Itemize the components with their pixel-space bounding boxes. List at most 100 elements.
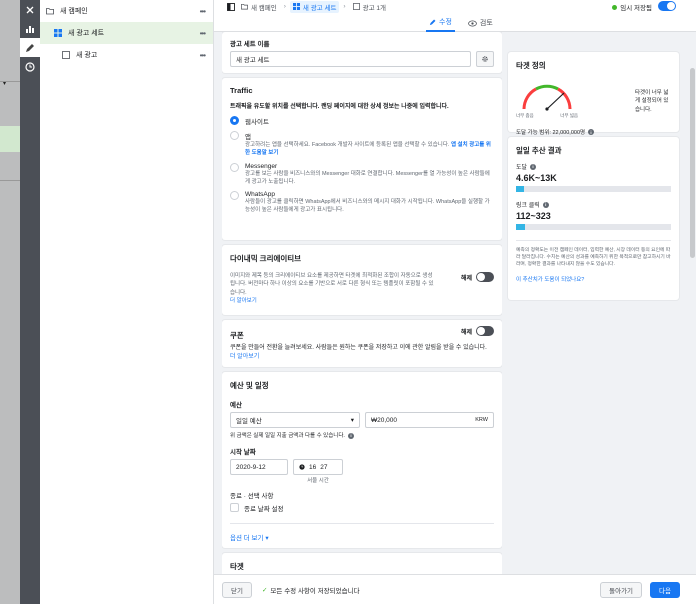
budget-title: 예산 및 일정	[230, 381, 269, 390]
budget-type-select[interactable]: 일일 예산 ▾	[230, 412, 360, 428]
end-date-checkbox[interactable]	[230, 503, 239, 512]
saved-status: ✓ 모든 수정 사항이 저장되었습니다	[262, 585, 360, 595]
option-label: WhatsApp	[245, 191, 275, 198]
radio-selected[interactable]	[230, 116, 239, 125]
dynamic-creative-toggle[interactable]	[476, 272, 494, 282]
clock-icon	[25, 61, 35, 72]
budget-note: 위 금액은 실제 일일 지출 금액과 다를 수 있습니다.	[230, 433, 345, 439]
layout-toggle-button[interactable]	[224, 2, 238, 12]
eye-icon	[468, 19, 477, 27]
end-date-checkbox-label: 종료 날짜 설정	[244, 505, 284, 513]
tree-item-label: 새 광고	[76, 52, 98, 59]
estimate-feedback-link[interactable]: 이 추산치가 도움이 되었나요?	[516, 275, 671, 283]
target-card: 타겟	[222, 553, 502, 574]
info-icon[interactable]: i	[588, 129, 595, 135]
mode-tabs: 수정 검토	[426, 14, 496, 32]
budget-amount-input[interactable]: ₩20,000 KRW	[365, 412, 494, 428]
adset-name-card: 광고 세트 이름 새 광고 세트	[222, 32, 502, 73]
link-click-label: 링크 클릭	[516, 203, 540, 209]
currency-label: KRW	[475, 417, 488, 423]
close-icon	[26, 6, 34, 13]
history-button[interactable]	[20, 57, 40, 76]
learn-more-link[interactable]: 더 알아보기	[230, 297, 437, 305]
breadcrumb-adset[interactable]: 새 광고 세트	[289, 0, 340, 13]
breadcrumb-campaign[interactable]: 새 캠페인	[238, 1, 280, 13]
target-title: 타겟	[230, 562, 244, 571]
audience-gauge: 너무 좁음 너무 넓음	[516, 77, 578, 119]
coupon-toggle[interactable]	[476, 326, 494, 336]
next-button[interactable]: 다음	[650, 581, 680, 598]
tool-rail	[20, 0, 40, 604]
reach-bar-fill	[516, 186, 524, 192]
top-bar: 새 캠페인 › 새 광고 세트 › 광고 1개 임시 저장됨 수정 검토	[214, 0, 696, 32]
traffic-option-website[interactable]: 웹사이트	[230, 116, 494, 126]
more-options-icon[interactable]: •••	[200, 7, 206, 16]
scrollbar[interactable]	[688, 32, 696, 574]
timezone-label: 서울 시간	[307, 478, 329, 485]
chevron-down-icon: ▾	[350, 417, 354, 424]
traffic-title: Traffic	[230, 86, 253, 95]
info-icon[interactable]: i	[530, 163, 537, 170]
more-options-link[interactable]: 옵션 더 보기 ▾	[230, 535, 269, 542]
tab-review[interactable]: 검토	[465, 14, 496, 32]
edit-button[interactable]	[20, 38, 40, 57]
coupon-desc: 쿠폰을 만들어 전환을 늘려보세요. 사람들은 원하는 쿠폰을 저장하고 이에 …	[230, 345, 487, 351]
scrollbar-thumb[interactable]	[690, 68, 695, 258]
chevron-down-icon: ▾	[3, 81, 7, 87]
traffic-option-app[interactable]: 앱 광고하려는 앱을 선택하세요. Facebook 개발자 사이트에 등록된 …	[230, 131, 494, 158]
tab-edit[interactable]: 수정	[426, 14, 455, 32]
background-divider	[0, 180, 20, 181]
option-label: 웹사이트	[245, 119, 269, 126]
budget-type-value: 일일 예산	[236, 418, 262, 425]
back-button[interactable]: 돌아가기	[600, 581, 643, 598]
tree-item-ad[interactable]: 새 광고 •••	[40, 44, 213, 66]
tab-edit-label: 수정	[439, 19, 452, 26]
background-page	[0, 0, 20, 604]
reach-bar	[516, 186, 671, 192]
info-icon[interactable]: i	[347, 433, 354, 440]
close-button[interactable]: 닫기	[222, 581, 252, 598]
gauge-narrow-label: 너무 좁음	[516, 113, 534, 118]
gauge-icon	[522, 84, 572, 111]
coupon-learn-more-link[interactable]: 더 알아보기	[230, 354, 259, 360]
chart-button[interactable]	[20, 19, 40, 38]
estimate-desc: 예측의 정확도는 이전 캠페인 데이터, 입력한 예산, 시장 데이터 등의 요…	[516, 248, 671, 268]
start-hour: 16	[309, 463, 317, 471]
breadcrumb-label: 새 캠페인	[251, 4, 277, 12]
saved-status-label: 모든 수정 사항이 저장되었습니다	[270, 587, 360, 595]
reach-value: 4.6K~13K	[516, 173, 557, 183]
settings-button[interactable]	[476, 51, 494, 67]
gauge-broad-label: 너무 넓음	[560, 113, 578, 118]
budget-label: 예산	[230, 402, 242, 409]
footer-bar: 닫기 ✓ 모든 수정 사항이 저장되었습니다 돌아가기 다음	[214, 574, 696, 604]
tree-item-adset[interactable]: 새 광고 세트 •••	[40, 22, 213, 44]
traffic-option-whatsapp[interactable]: WhatsApp 사람들이 광고를 클릭하면 WhatsApp에서 비즈니스와의…	[230, 191, 494, 215]
traffic-option-messenger[interactable]: Messenger 광고를 보는 사람을 비즈니스와의 Messenger 대화…	[230, 162, 494, 187]
daily-estimate-card: 일일 추산 결과 도달 i 4.6K~13K 링크 클릭 i 112~323 예…	[508, 137, 679, 300]
grid-icon	[54, 29, 62, 37]
radio[interactable]	[230, 191, 239, 200]
breadcrumb-label: 광고 1개	[362, 4, 386, 12]
side-panel: 타겟 정의 너무 좁음 너무 넓음 타겟이 너무 넓게 설정되어 있습니다. 도…	[508, 52, 679, 305]
ad-icon	[62, 51, 70, 59]
breadcrumb-ad[interactable]: 광고 1개	[350, 1, 389, 13]
radio[interactable]	[230, 131, 239, 140]
tree-item-campaign[interactable]: 새 캠페인 •••	[40, 0, 213, 22]
start-date-label: 시작 날짜	[230, 449, 256, 457]
more-options-icon[interactable]: •••	[200, 51, 206, 60]
radio[interactable]	[230, 162, 239, 172]
start-time-input[interactable]: 16 27	[293, 459, 343, 476]
info-icon[interactable]: i	[542, 201, 549, 208]
layout-icon	[227, 2, 235, 11]
start-date-input[interactable]: 2020-9-12	[230, 459, 288, 476]
link-click-bar-fill	[516, 224, 526, 230]
coupon-card: 해제 쿠폰 쿠폰을 만들어 전환을 늘려보세요. 사람들은 원하는 쿠폰을 저장…	[222, 320, 502, 367]
breadcrumb: 새 캠페인 › 새 광고 세트 › 광고 1개	[224, 0, 389, 13]
pencil-icon	[26, 43, 34, 52]
close-button[interactable]	[20, 0, 40, 19]
gear-icon	[482, 56, 488, 62]
tree-item-label: 새 캠페인	[60, 8, 88, 15]
adset-name-input[interactable]: 새 광고 세트	[230, 51, 471, 67]
adset-status-toggle[interactable]	[658, 1, 676, 11]
more-options-icon[interactable]: •••	[200, 29, 206, 38]
